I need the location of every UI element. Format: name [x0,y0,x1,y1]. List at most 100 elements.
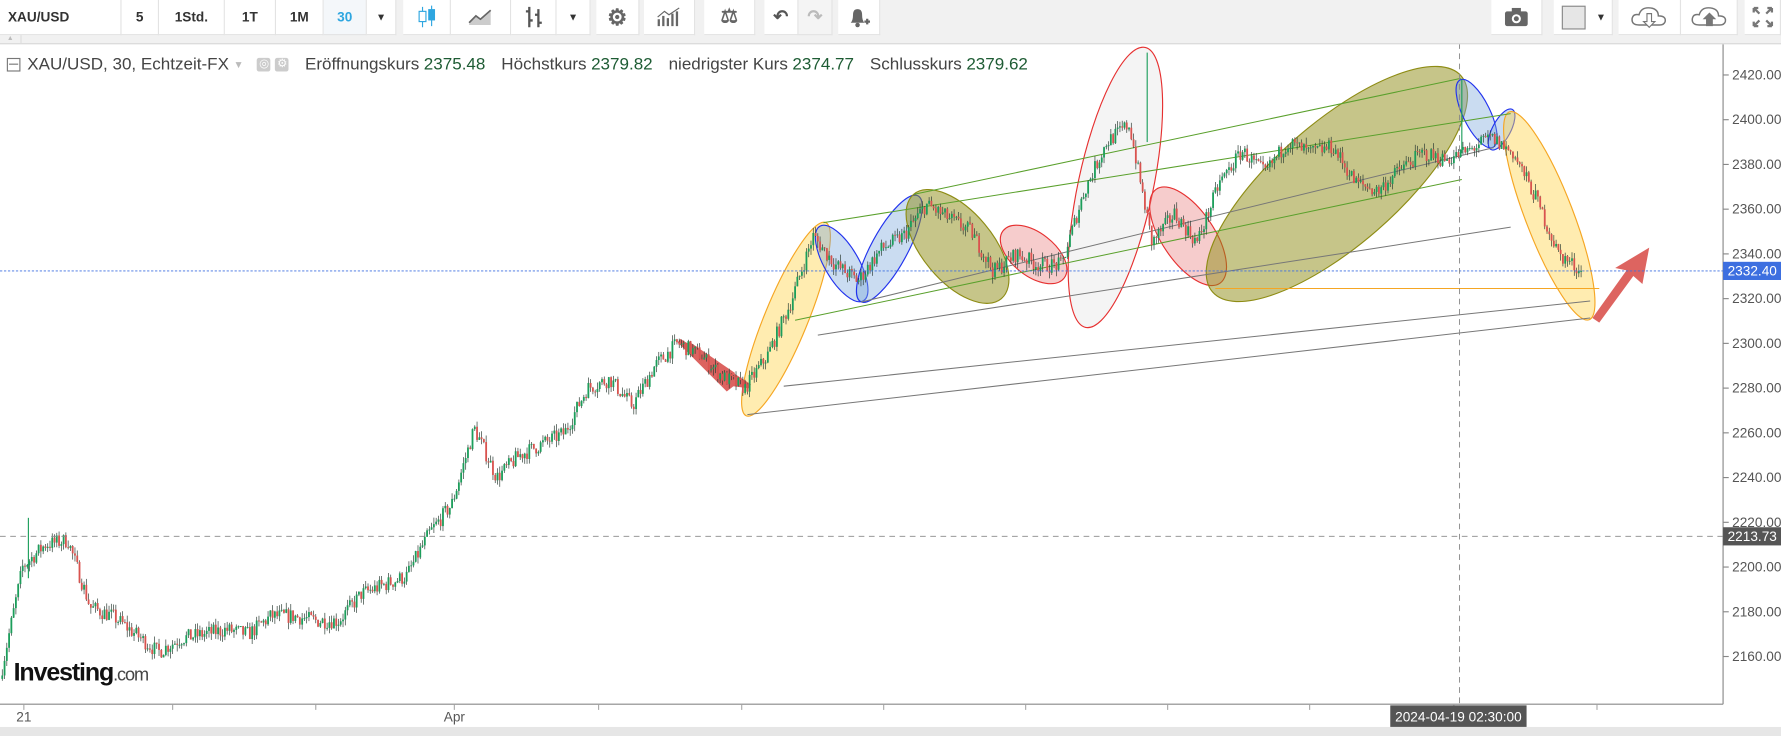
y-tick-label: 2240.00 [1732,470,1781,485]
undo-button[interactable]: ↶ [764,0,799,36]
compare-button[interactable]: ⚖ [704,0,756,36]
collapse-toolbar-toggle[interactable]: ▲ [0,35,22,44]
interval-1h-button[interactable]: 1Std. [159,0,225,36]
candle [76,555,79,562]
candle [1123,122,1126,128]
interval-1m-button[interactable]: 1M [276,0,324,36]
candle [1057,257,1060,270]
candle [1080,198,1083,210]
candle [710,369,712,371]
indicators-icon [657,7,680,27]
bar-chart-button[interactable] [511,0,557,36]
candle [894,234,896,236]
candle [1234,153,1237,169]
candle [53,537,56,543]
visibility-icon[interactable]: ◎ [257,57,271,71]
candle [105,609,108,620]
candle [723,372,726,381]
candle [694,346,697,349]
candle [537,451,540,454]
candle [898,234,901,243]
candle [1064,256,1067,258]
candle [1418,151,1421,153]
candle [941,212,944,214]
load-chart-button[interactable] [1618,0,1682,36]
bottom-scrollbar[interactable] [0,726,1781,736]
alert-button[interactable] [838,0,881,36]
collapse-legend-icon[interactable] [6,57,21,71]
candle [367,586,369,591]
candle [905,230,908,239]
candle [149,648,151,650]
candle [780,316,783,337]
symbol-button[interactable]: XAU/USD [0,0,122,36]
candle [530,443,533,445]
candle [480,437,483,440]
gray-trendline [783,300,1591,387]
candle [726,372,728,385]
candle [1162,223,1165,232]
candle [108,611,110,620]
candle [596,388,599,393]
candle [844,264,846,273]
candle [401,573,403,584]
interval-1d-button[interactable]: 1T [224,0,277,36]
area-chart-icon [468,9,492,25]
candle [744,384,747,393]
color-picker-button[interactable]: ▼ [1553,0,1613,36]
candle [1005,255,1008,268]
candle [492,460,494,475]
candle [455,490,458,499]
candlestick-button[interactable] [403,0,451,36]
candle [1218,180,1221,191]
logo-text: Investing [13,657,115,687]
candle [192,637,195,640]
candle [523,453,526,459]
candle [507,458,510,465]
candle [210,626,213,634]
settings-button[interactable]: ⚙ [596,0,640,36]
fullscreen-button[interactable] [1744,0,1781,36]
candle [687,341,690,356]
candle [1141,182,1144,192]
candle [1137,162,1140,164]
caret-down-icon[interactable]: ▼ [233,58,243,69]
screenshot-button[interactable] [1491,0,1543,36]
candle [921,206,924,210]
indicators-button[interactable] [644,0,696,36]
candle [557,432,560,441]
candle [766,351,769,363]
candle [1350,171,1353,176]
interval-30-button[interactable]: 30 [323,0,367,36]
chart-type-dropdown[interactable]: ▼ [556,0,591,36]
gear-icon[interactable]: ⚙ [275,57,290,71]
candle [1405,161,1408,165]
price-chart[interactable]: 2420.00 2400.00 2380.00 2360.00 2340.00 2320.… [0,0,1781,736]
area-chart-button[interactable] [450,0,512,36]
candle [1325,146,1328,150]
candle [117,621,120,623]
candle [782,316,785,318]
candle [701,358,703,360]
redo-button[interactable]: ↷ [798,0,833,36]
candle [791,298,794,311]
candle [919,209,921,214]
candle [1568,260,1571,262]
candle [396,581,399,583]
cloud-upload-icon [1690,7,1726,27]
candle [1039,266,1042,271]
candle [755,368,758,378]
interval-dropdown[interactable]: ▼ [366,0,397,36]
candle [1034,267,1037,269]
candle [1055,262,1058,270]
candle [208,626,210,631]
save-chart-button[interactable] [1681,0,1738,36]
candle [598,382,601,389]
candle [323,618,326,629]
interval-5-button[interactable]: 5 [121,0,160,36]
candle [421,545,424,547]
candle [1189,226,1192,237]
candle [814,232,817,236]
candle [587,382,590,399]
candle [1487,134,1489,138]
